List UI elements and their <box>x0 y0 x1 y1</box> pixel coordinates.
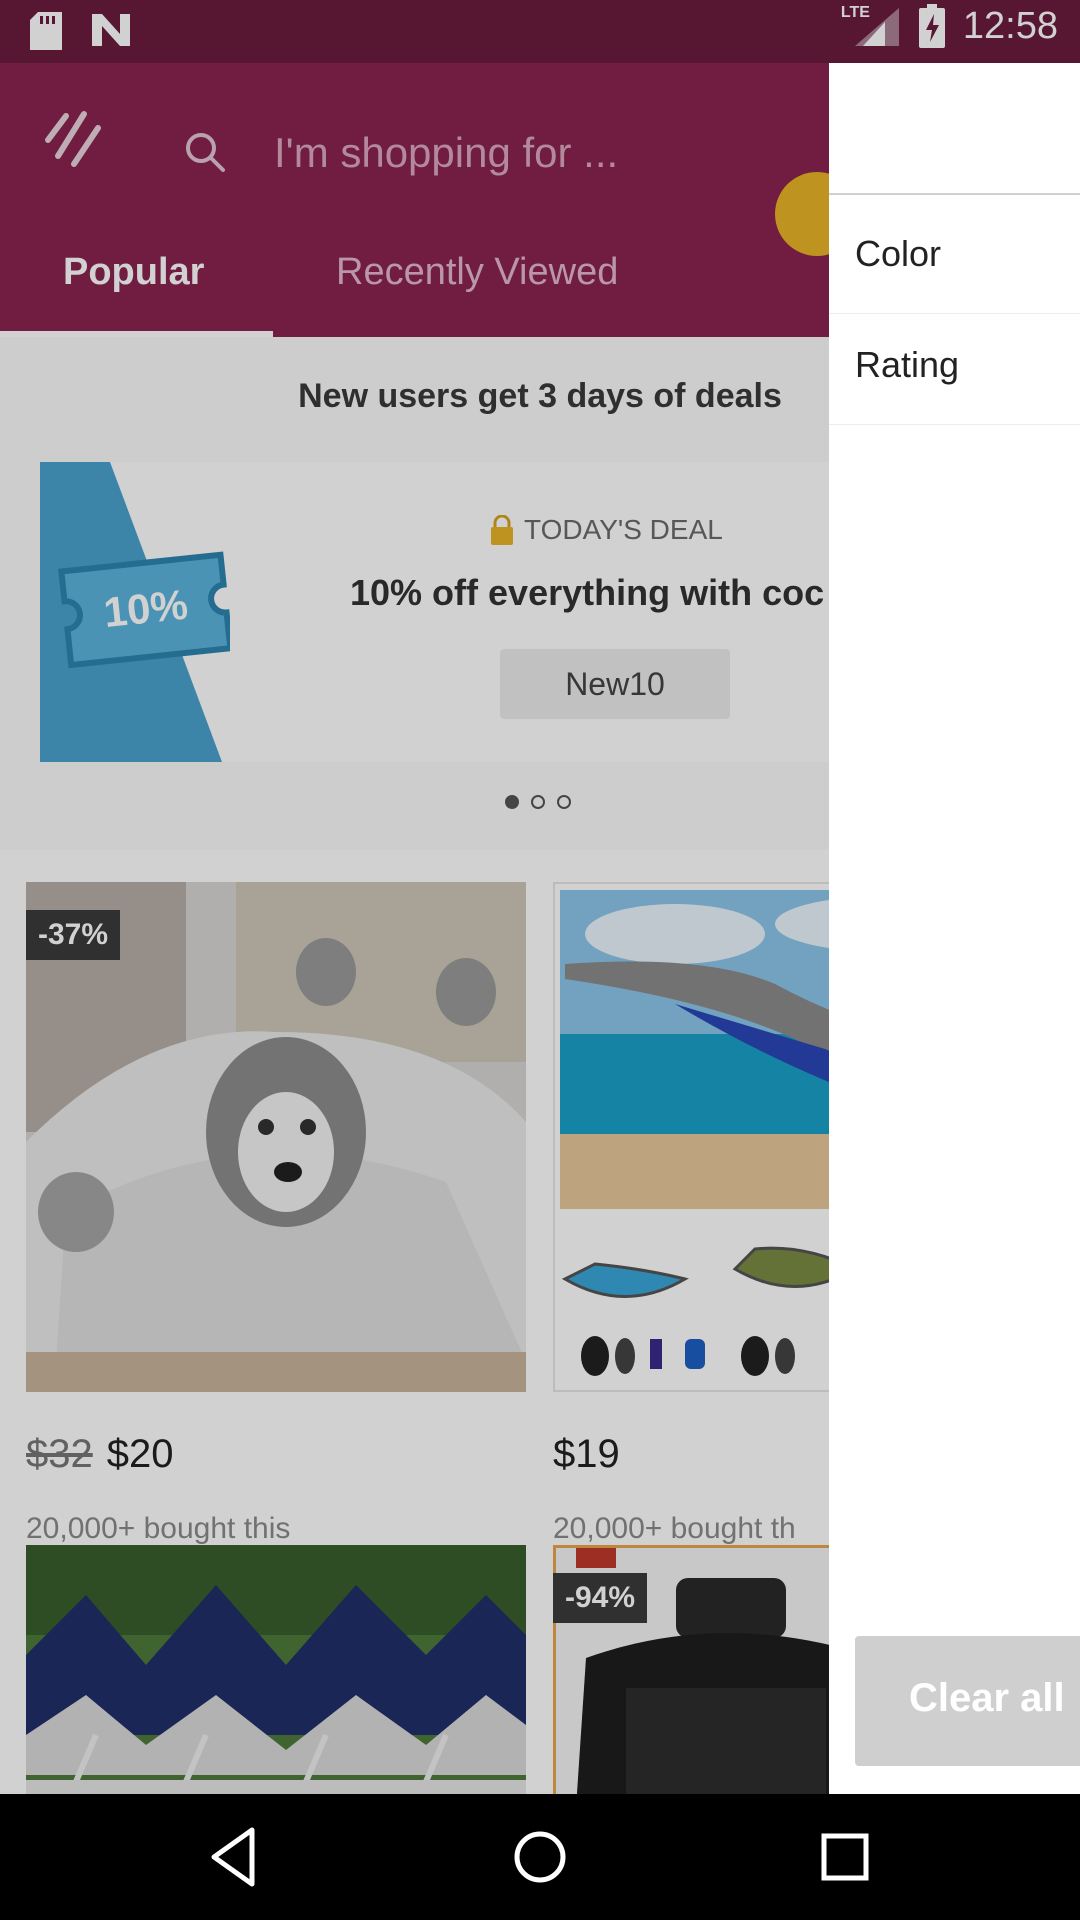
clear-all-label: Clear all <box>909 1676 1065 1720</box>
filter-label: Color <box>855 233 942 274</box>
clear-all-button[interactable]: Clear all <box>855 1636 1080 1766</box>
system-nav-bar <box>0 1794 1080 1920</box>
filter-drawer: Color Rating Clear all <box>829 63 1080 1794</box>
filter-item-rating[interactable]: Rating <box>829 314 1080 425</box>
filter-item-color[interactable]: Color <box>829 203 1080 314</box>
filter-label: Rating <box>855 344 960 385</box>
back-icon[interactable] <box>200 1822 270 1892</box>
app-screen: LTE 12:58 I'm shopping for ... Popular R… <box>0 0 1080 1794</box>
home-icon[interactable] <box>505 1822 575 1892</box>
recents-icon[interactable] <box>810 1822 880 1892</box>
drawer-header <box>829 63 1080 195</box>
